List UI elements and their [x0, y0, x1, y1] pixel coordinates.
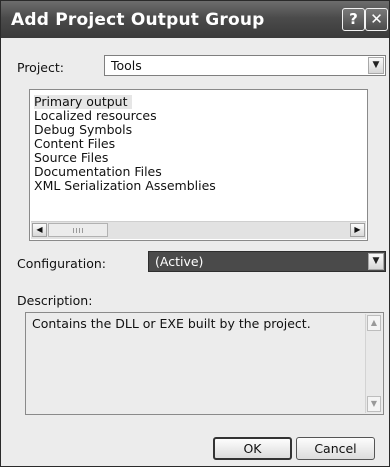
horizontal-scrollbar[interactable]: ◀ ▶	[31, 221, 366, 239]
list-item[interactable]: Source Files	[34, 151, 108, 165]
scroll-right-icon[interactable]: ▶	[350, 223, 365, 237]
description-text: Contains the DLL or EXE built by the pro…	[32, 316, 311, 331]
list-item[interactable]: Primary output	[34, 95, 132, 109]
scroll-up-icon[interactable]: ▲	[367, 315, 381, 331]
dialog-body: Project: Tools ▼ Primary output Localize…	[5, 38, 386, 462]
title-bar[interactable]: Add Project Output Group ? ✕	[1, 1, 389, 38]
list-item[interactable]: Documentation Files	[34, 165, 162, 179]
close-icon: ✕	[370, 10, 383, 28]
close-button[interactable]: ✕	[365, 8, 388, 31]
configuration-dropdown-value: (Active)	[155, 254, 204, 269]
list-item[interactable]: XML Serialization Assemblies	[34, 179, 216, 193]
project-dropdown-value: Tools	[111, 58, 142, 73]
project-dropdown[interactable]: Tools ▼	[104, 55, 386, 76]
list-item[interactable]: Localized resources	[34, 109, 157, 123]
help-button[interactable]: ?	[342, 8, 365, 31]
cancel-button[interactable]: Cancel	[296, 437, 375, 460]
chevron-down-icon[interactable]: ▼	[368, 57, 384, 74]
list-item[interactable]: Content Files	[34, 137, 115, 151]
vertical-scrollbar[interactable]: ▲ ▼	[365, 314, 382, 413]
configuration-dropdown[interactable]: (Active) ▼	[148, 251, 386, 272]
help-icon: ?	[349, 10, 358, 28]
description-label: Description:	[17, 293, 93, 308]
description-box: Contains the DLL or EXE built by the pro…	[25, 312, 384, 415]
grip-icon	[73, 228, 85, 233]
chevron-down-icon[interactable]: ▼	[368, 253, 384, 270]
ok-button[interactable]: OK	[213, 437, 292, 460]
dialog-title: Add Project Output Group	[11, 10, 265, 30]
scroll-left-icon[interactable]: ◀	[32, 223, 47, 237]
list-item[interactable]: Debug Symbols	[34, 123, 132, 137]
scroll-down-icon[interactable]: ▼	[367, 396, 381, 412]
scroll-thumb[interactable]	[48, 223, 108, 237]
project-label: Project:	[17, 60, 64, 75]
output-group-list[interactable]: Primary output Localized resources Debug…	[29, 89, 368, 241]
configuration-label: Configuration:	[17, 256, 106, 271]
dialog-window: Add Project Output Group ? ✕ Project: To…	[0, 0, 390, 467]
